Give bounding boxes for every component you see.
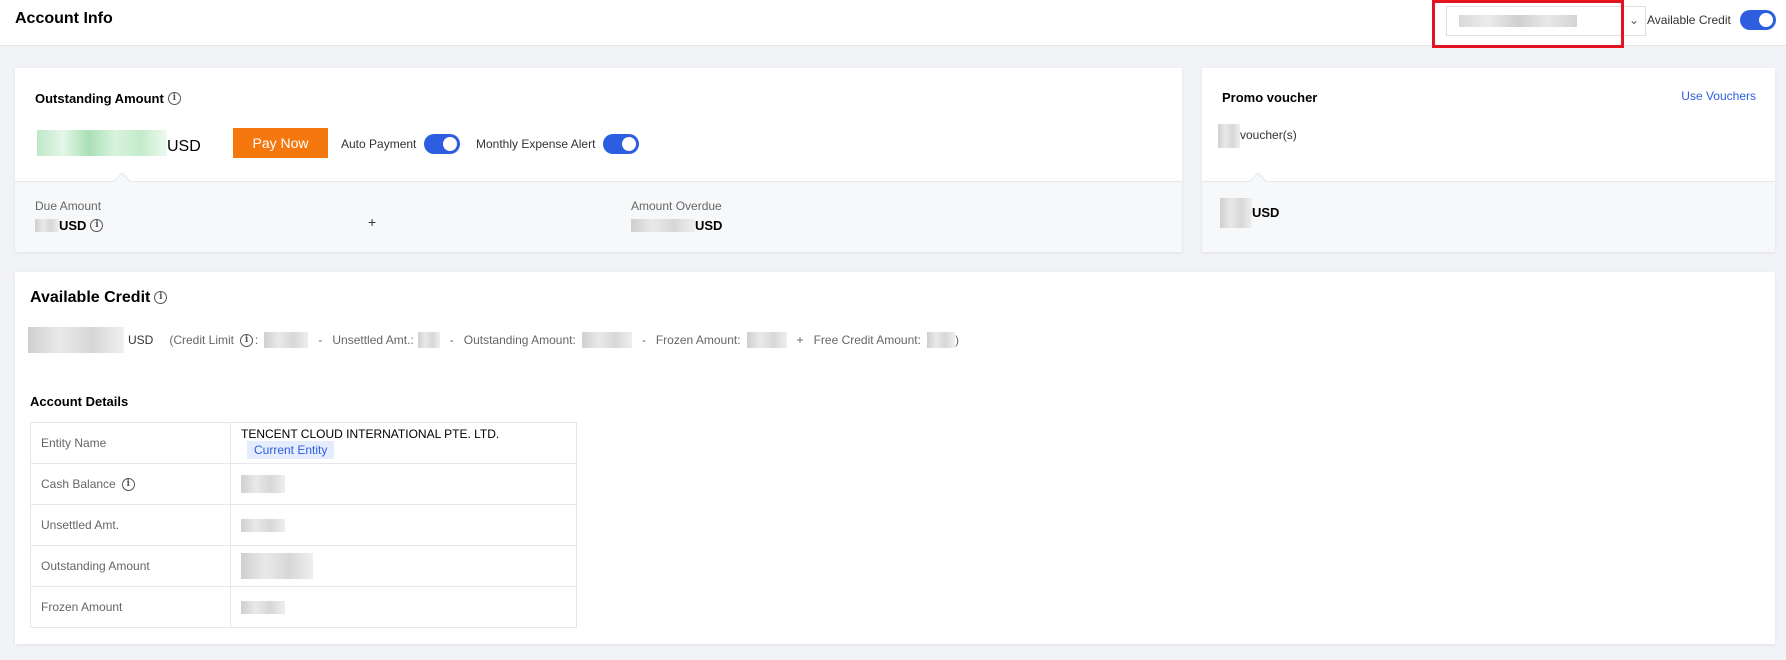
table-row: Frozen Amount (30, 586, 577, 628)
current-entity-tag: Current Entity (247, 441, 335, 459)
minus-sign: - (449, 333, 454, 347)
frozen-redacted (746, 332, 787, 348)
frozen-value (230, 586, 577, 628)
vouchers-suffix: voucher(s) (1240, 128, 1297, 143)
unsettled-label: Unsettled Amt.: (332, 333, 414, 347)
entity-name: TENCENT CLOUD INTERNATIONAL PTE. LTD. (241, 427, 500, 441)
frozen-label: Frozen Amount: (655, 333, 741, 347)
entity-name-label: Entity Name (30, 422, 231, 464)
close-paren: ) (954, 333, 959, 347)
outstanding-row-label: Outstanding Amount (30, 545, 231, 587)
credit-amount-redacted (28, 327, 124, 353)
outstanding-label: Outstanding Amount: (463, 333, 576, 347)
promo-unit: USD (1252, 205, 1280, 221)
promo-amount-redacted (1220, 198, 1252, 228)
minus-sign: - (641, 333, 646, 347)
outstanding-title: Outstanding Amount (35, 91, 164, 106)
monthly-alert-label: Monthly Expense Alert (476, 137, 596, 151)
overdue-label: Amount Overdue (631, 199, 722, 213)
table-row: Entity Name TENCENT CLOUD INTERNATIONAL … (30, 422, 577, 464)
info-icon[interactable]: i (90, 219, 104, 233)
credit-formula: USD (Credit Limit i : - Unsettled Amt.: … (28, 327, 959, 353)
available-credit-label: Available Credit (1647, 13, 1731, 27)
entity-name-value: TENCENT CLOUD INTERNATIONAL PTE. LTD.Cur… (230, 422, 577, 464)
account-details-table: Entity Name TENCENT CLOUD INTERNATIONAL … (30, 422, 577, 628)
auto-payment: Auto Payment (341, 134, 461, 154)
unsettled-value (230, 504, 577, 546)
notch (113, 172, 131, 190)
promo-title: Promo voucher (1222, 90, 1318, 105)
credit-unit: USD (128, 333, 154, 347)
due-unit: USD (59, 218, 87, 233)
table-row: Cash Balance i (30, 463, 577, 505)
monthly-alert-toggle[interactable] (603, 134, 640, 154)
info-icon[interactable]: i (121, 478, 135, 492)
outstanding-value (230, 545, 577, 587)
table-row: Unsettled Amt. (30, 504, 577, 546)
table-row: Outstanding Amount (30, 545, 577, 587)
account-details-title: Account Details (30, 394, 129, 409)
credit-limit-colon: : (255, 333, 259, 347)
credit-limit-redacted (264, 332, 309, 348)
overdue-redacted (631, 219, 695, 233)
monthly-alert: Monthly Expense Alert (476, 134, 640, 154)
outstanding-unit: USD (167, 138, 201, 155)
frozen-row-label: Frozen Amount (30, 586, 231, 628)
chevron-down-icon: ⌄ (1628, 13, 1639, 27)
credit-limit-label: (Credit Limit (169, 333, 235, 347)
overdue-unit: USD (695, 218, 723, 233)
due-amount-redacted (35, 219, 59, 233)
free-credit-label: Free Credit Amount: (813, 333, 921, 347)
cash-balance-label: Cash Balance (41, 476, 116, 491)
minus-sign: - (318, 333, 323, 347)
outstanding-redacted (581, 332, 632, 348)
due-amount-label: Due Amount (35, 199, 102, 213)
pay-now-button[interactable]: Pay Now (233, 128, 328, 158)
voucher-count-redacted (1218, 124, 1240, 148)
cash-balance-value (230, 463, 577, 505)
unsettled-row-label: Unsettled Amt. (30, 504, 231, 546)
top-bar: Account Info ⌄ Available Credit (0, 0, 1786, 48)
frozen-row-redacted (241, 601, 285, 615)
use-vouchers-link[interactable]: Use Vouchers (1681, 89, 1756, 103)
plus-sign: + (796, 333, 804, 347)
info-icon[interactable]: i (167, 92, 181, 106)
available-credit-card: Available Credit i USD (Credit Limit i : … (15, 272, 1775, 644)
auto-payment-toggle[interactable] (424, 134, 461, 154)
outstanding-breakdown: Due Amount USD i + Amount Overdue USD (15, 172, 1182, 252)
outstanding-amount-redacted (37, 130, 167, 156)
free-credit-redacted (926, 332, 955, 348)
notch (1249, 172, 1267, 190)
cash-balance-redacted (241, 475, 285, 493)
highlight-annotation (1432, 0, 1624, 48)
outstanding-card: Outstanding Amount i USD Pay Now Auto Pay… (15, 68, 1182, 252)
cash-balance-label-cell: Cash Balance i (30, 463, 231, 505)
promo-breakdown: USD (1202, 172, 1775, 252)
info-icon[interactable]: i (240, 333, 254, 347)
promo-card: Promo voucher Use Vouchers voucher(s) US… (1202, 68, 1775, 252)
available-credit-title: Available Credit (30, 289, 151, 306)
unsettled-redacted (417, 332, 440, 348)
info-icon[interactable]: i (154, 291, 168, 305)
plus-sign: + (368, 214, 377, 230)
page-title: Account Info (15, 10, 113, 27)
outstanding-row-redacted (241, 553, 313, 579)
available-credit-toggle[interactable] (1740, 10, 1776, 30)
auto-payment-label: Auto Payment (341, 137, 417, 151)
unsettled-row-redacted (241, 519, 285, 533)
